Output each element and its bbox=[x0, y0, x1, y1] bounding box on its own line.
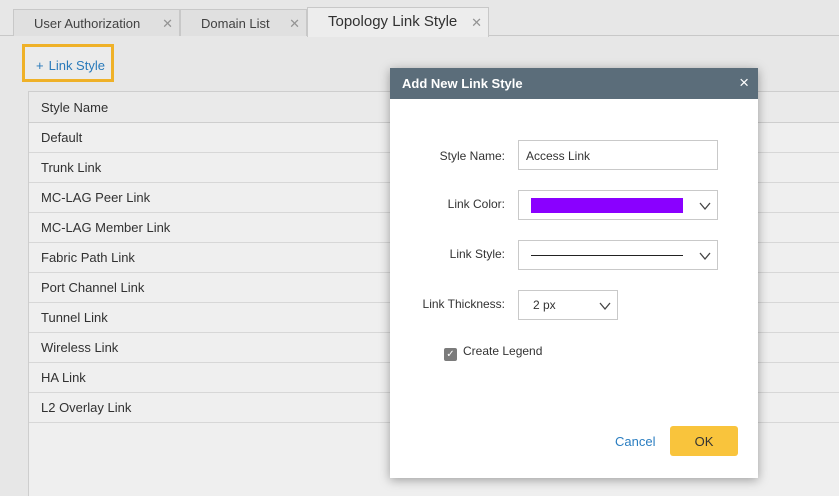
link-thickness-value: 2 px bbox=[533, 298, 556, 312]
style-name-label: Style Name: bbox=[439, 149, 505, 163]
link-thickness-select[interactable]: 2 px bbox=[518, 290, 618, 320]
link-color-select[interactable] bbox=[518, 190, 718, 220]
create-legend-row[interactable]: ✓ Create Legend bbox=[444, 344, 542, 361]
ok-button[interactable]: OK bbox=[670, 426, 738, 456]
create-legend-checkbox[interactable]: ✓ bbox=[444, 348, 457, 361]
dialog-header: Add New Link Style × bbox=[390, 68, 758, 99]
link-style-label: Link Style: bbox=[449, 247, 505, 261]
style-name-input[interactable]: Access Link bbox=[518, 140, 718, 170]
link-style-select[interactable] bbox=[518, 240, 718, 270]
add-link-style-dialog: Add New Link Style × Style Name: Access … bbox=[390, 68, 758, 478]
chevron-down-icon bbox=[699, 252, 711, 261]
style-name-value: Access Link bbox=[526, 149, 591, 163]
chevron-down-icon bbox=[599, 302, 611, 311]
cancel-button[interactable]: Cancel bbox=[615, 434, 655, 449]
solid-line-preview bbox=[531, 255, 683, 256]
link-thickness-label: Link Thickness: bbox=[422, 297, 505, 311]
link-color-label: Link Color: bbox=[447, 197, 505, 211]
color-swatch bbox=[531, 198, 683, 213]
close-icon[interactable]: × bbox=[739, 73, 749, 93]
create-legend-label: Create Legend bbox=[463, 344, 543, 358]
chevron-down-icon bbox=[699, 202, 711, 211]
dialog-title: Add New Link Style bbox=[402, 76, 523, 91]
